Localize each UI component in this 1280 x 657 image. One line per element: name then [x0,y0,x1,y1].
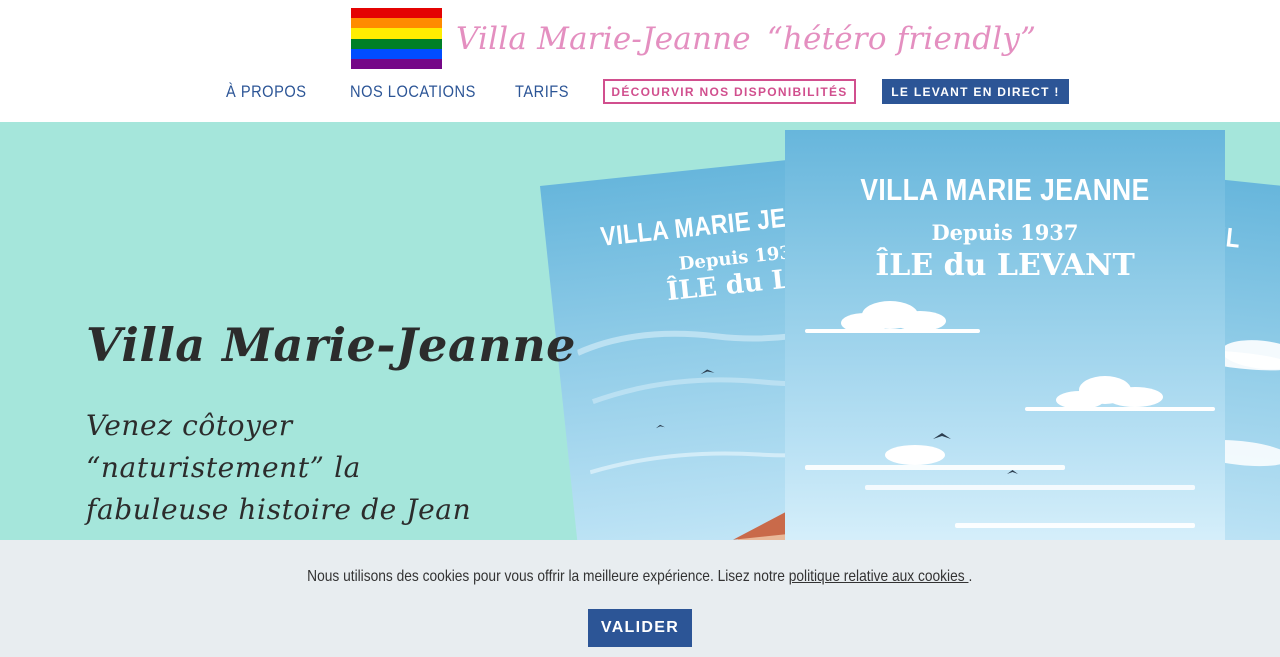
site-title: Villa Marie-Jeanne “hétéro friendly” [456,21,1036,57]
bird-icon [933,433,951,439]
bird-icon [700,369,715,375]
nav-rentals[interactable]: NOS LOCATIONS [350,79,476,105]
flag-stripe [351,8,442,19]
hero-text: Venez côtoyer “naturistement” la fabuleu… [86,409,472,526]
flag-stripe [351,18,442,29]
site-name: Villa Marie-Jeanne [456,20,751,57]
flag-stripe [351,48,442,59]
cookie-text-after: . [968,568,973,585]
brand[interactable]: Villa Marie-Jeanne “hétéro friendly” [351,8,1036,70]
nav-rates[interactable]: TARIFS [515,79,569,105]
main-nav: À PROPOS NOS LOCATIONS TARIFS DÉCOURVIR … [0,79,1280,105]
cookie-banner: Nous utilisons des cookies pour vous off… [0,540,1280,657]
bird-icon [655,424,665,429]
bird-icon [1007,470,1018,474]
poster-center-title: VILLA MARIE JEANNE [860,172,1150,207]
cookie-message: Nous utilisons des cookies pour vous off… [0,568,1280,586]
flag-stripe [351,28,442,39]
poster-center-since: Depuis 1937 [931,220,1079,245]
nav-about[interactable]: À PROPOS [226,79,307,105]
cookie-policy-link[interactable]: politique relative aux cookies [789,568,969,585]
flag-stripe [351,58,442,70]
flag-stripe [351,38,442,49]
live-levant-button[interactable]: LE LEVANT EN DIRECT ! [882,79,1069,104]
site-header: Villa Marie-Jeanne “hétéro friendly” À PR… [0,0,1280,122]
poster-center-clouds [805,301,1215,528]
hero-title: Villa Marie-Jeanne [86,318,576,372]
site-tagline: “hétéro friendly” [766,20,1037,57]
cookie-text-before: Nous utilisons des cookies pour vous off… [307,568,789,585]
poster-center: VILLA MARIE JEANNE Depuis 1937 ÎLE du LE… [785,130,1225,540]
hero-section: VILLA MARIE JE Depuis 1937 ÎLE du LEVA V… [0,122,1280,540]
cookie-accept-button[interactable]: VALIDER [588,609,692,647]
rainbow-flag-icon [351,8,442,70]
poster-center-island: ÎLE du LEVANT [875,248,1135,283]
availability-button[interactable]: DÉCOURVIR NOS DISPONIBILITÉS [603,79,856,104]
